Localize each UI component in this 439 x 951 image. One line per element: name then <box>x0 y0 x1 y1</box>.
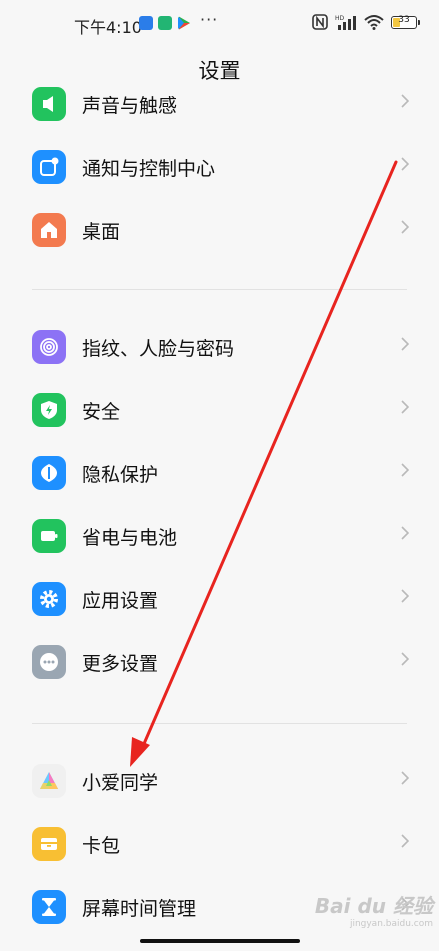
status-bar: 下午4:10 ··· HD 33 <box>0 0 439 48</box>
watermark-url: jingyan.baidu.com <box>349 919 433 929</box>
chevron-right-icon <box>401 589 409 603</box>
setting-battery-saver[interactable]: 省电与电池 <box>0 505 439 568</box>
settings-group-1: 声音与触感 通知与控制中心 桌面 <box>0 73 439 262</box>
home-icon <box>32 213 66 247</box>
app-settings-gear-icon <box>32 582 66 616</box>
wifi-icon <box>364 15 384 30</box>
speaker-icon <box>32 87 66 121</box>
watermark: Bai du 经验 jingyan.baidu.com <box>315 890 433 929</box>
setting-label: 安全 <box>82 401 121 423</box>
status-right-icons: HD 33 <box>312 14 420 30</box>
wallet-icon <box>32 827 66 861</box>
privacy-icon <box>32 456 66 490</box>
setting-label: 指纹、人脸与密码 <box>82 338 235 360</box>
chevron-right-icon <box>401 400 409 414</box>
more-notifications-indicator: ··· <box>200 10 219 29</box>
setting-fingerprint-face-password[interactable]: 指纹、人脸与密码 <box>0 316 439 379</box>
setting-label: 屏幕时间管理 <box>82 898 197 920</box>
hourglass-icon <box>32 890 66 924</box>
setting-more-settings[interactable]: 更多设置 <box>0 631 439 694</box>
setting-label: 桌面 <box>82 221 121 243</box>
setting-sound-haptics[interactable]: 声音与触感 <box>0 73 439 136</box>
home-gesture-bar[interactable] <box>140 939 300 943</box>
setting-home-screen[interactable]: 桌面 <box>0 199 439 262</box>
app-notification-icon <box>139 16 153 30</box>
chevron-right-icon <box>401 220 409 234</box>
play-store-icon <box>178 16 190 30</box>
setting-security[interactable]: 安全 <box>0 379 439 442</box>
setting-wallet[interactable]: 卡包 <box>0 813 439 876</box>
setting-xiaoai-assistant[interactable]: 小爱同学 <box>0 750 439 813</box>
battery-saver-icon <box>32 519 66 553</box>
xiaoai-assistant-icon <box>32 764 66 798</box>
chevron-right-icon <box>401 94 409 108</box>
chevron-right-icon <box>401 463 409 477</box>
signal-icon: HD <box>335 15 356 30</box>
shield-app-icon <box>158 16 172 30</box>
security-shield-icon <box>32 393 66 427</box>
section-divider <box>32 289 407 290</box>
more-settings-icon <box>32 645 66 679</box>
setting-label: 小爱同学 <box>82 772 159 794</box>
chevron-right-icon <box>401 526 409 540</box>
setting-label: 通知与控制中心 <box>82 158 216 180</box>
setting-label: 省电与电池 <box>82 527 178 549</box>
status-time: 下午4:10 <box>74 18 142 37</box>
setting-label: 隐私保护 <box>82 464 159 486</box>
chevron-right-icon <box>401 337 409 351</box>
chevron-right-icon <box>401 771 409 785</box>
setting-notifications-control-center[interactable]: 通知与控制中心 <box>0 136 439 199</box>
notification-icon <box>32 150 66 184</box>
section-divider <box>32 723 407 724</box>
svg-text:HD: HD <box>335 15 345 22</box>
setting-label: 更多设置 <box>82 653 159 675</box>
chevron-right-icon <box>401 834 409 848</box>
setting-label: 应用设置 <box>82 590 159 612</box>
battery-level: 33 <box>398 14 410 25</box>
nfc-icon <box>312 14 328 30</box>
battery-icon: 33 <box>391 14 420 29</box>
settings-group-2: 指纹、人脸与密码 安全 隐私保护 省电与电池 应用设置 更多设置 <box>0 316 439 694</box>
setting-app-settings[interactable]: 应用设置 <box>0 568 439 631</box>
fingerprint-icon <box>32 330 66 364</box>
watermark-logo: Bai du 经验 <box>314 894 433 918</box>
chevron-right-icon <box>401 157 409 171</box>
chevron-right-icon <box>401 652 409 666</box>
setting-privacy-protection[interactable]: 隐私保护 <box>0 442 439 505</box>
setting-label: 卡包 <box>82 835 121 857</box>
battery-tip <box>418 19 420 25</box>
setting-label: 声音与触感 <box>82 95 178 117</box>
